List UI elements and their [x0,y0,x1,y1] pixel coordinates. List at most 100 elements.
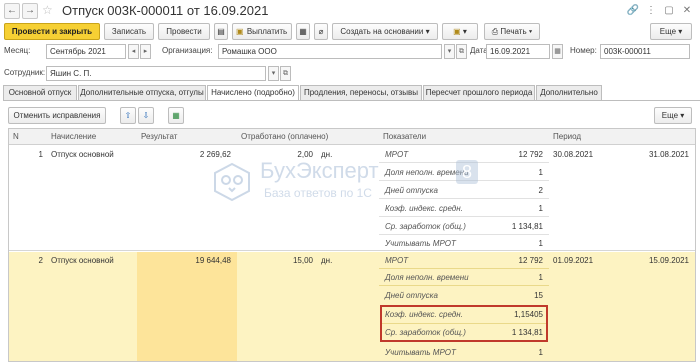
tab-recalculation[interactable]: Пересчет прошлого периода [423,85,535,100]
number-label: Номер: [570,46,597,55]
more-dots-icon[interactable]: ⋮ [644,4,658,18]
indicator-divider [379,198,549,199]
indicator-name: Доля неполн. времени [385,168,469,177]
indicator-value: 1 [538,168,543,177]
forward-arrow-icon[interactable]: → [22,3,38,19]
link-icon[interactable]: 🔗 [626,4,640,18]
col-header-accrual: Начисление [47,129,137,145]
indicator-value: 1 [538,348,543,357]
indicator-name: МРОТ [385,256,409,265]
col-header-indicators: Показатели [379,129,549,145]
indicator-value: 12 792 [518,150,543,159]
post-and-close-button[interactable]: Провести и закрыть [4,23,100,40]
month-dec-icon[interactable]: ◂ [128,44,139,59]
result-cell-highlight [137,252,237,361]
pay-button[interactable]: ▣ Выплатить [232,23,292,40]
indicator-name: Учитывать МРОТ [385,348,456,357]
indicator-divider [379,234,549,235]
printer-icon: ⎙ [491,27,499,36]
back-arrow-icon[interactable]: ← [4,3,20,19]
move-up-icon[interactable]: ⇧ [120,107,136,124]
attachment-icon[interactable]: ⌀ [314,23,328,40]
indicator-value: 1 [538,204,543,213]
calendar-icon[interactable]: ▦ [552,44,563,59]
date-field[interactable]: 16.09.2021 [486,44,550,59]
tab-accrued-detailed[interactable]: Начислено (подробно) [207,85,299,101]
worked-unit: дн. [321,150,333,159]
more-button[interactable]: Еще ▾ [650,23,692,40]
indicator-value: 1,15405 [514,310,543,319]
move-down-icon[interactable]: ⇩ [138,107,154,124]
indicator-value: 1 134,81 [511,222,543,231]
organization-label: Организация: [162,46,213,55]
create-based-label: Создать на основании [340,27,424,36]
indicator-name: Ср. заработок (общ.) [385,222,466,231]
indicator-name: МРОТ [385,150,409,159]
row-number: 1 [38,150,43,159]
tab-main-leave[interactable]: Основной отпуск [3,85,77,100]
save-button[interactable]: Записать [104,23,154,40]
indicator-value: 1 [538,239,543,248]
indicator-name: Учитывать МРОТ [385,239,456,248]
print-button[interactable]: ⎙ Печать ▾ [484,23,540,40]
maximize-icon[interactable]: ▢ [662,4,676,18]
period-start: 01.09.2021 [553,256,594,265]
indicator-value: 1 134,81 [511,328,543,337]
close-icon[interactable]: ✕ [680,4,694,18]
post-button[interactable]: Провести [158,23,210,40]
title-bar: ← → ☆ Отпуск 003К-000011 от 16.09.2021 🔗… [0,0,700,22]
accrual-name: Отпуск основной [51,256,114,265]
tab-divider [3,100,700,101]
result-value: 19 644,48 [195,256,231,265]
create-based-button[interactable]: Создать на основании ▾ [332,23,438,40]
employee-dropdown-icon[interactable]: ▾ [268,66,279,81]
indicator-divider [379,162,549,163]
col-header-n: N [9,129,47,145]
table-more-label: Еще [661,111,679,120]
month-inc-icon[interactable]: ▸ [140,44,151,59]
indicator-name: Дней отпуска [385,291,438,300]
post-journal-icon[interactable]: ▤ [214,23,228,40]
accruals-table: N Начисление Результат Отработано (оплач… [8,128,696,362]
table-more-button[interactable]: Еще ▾ [654,107,692,124]
period-start: 30.08.2021 [553,150,594,159]
star-icon[interactable]: ☆ [42,3,53,17]
worked-value: 2,00 [297,150,313,159]
table-settings-icon[interactable]: ▦ [168,107,184,124]
tab-additional[interactable]: Дополнительно [536,85,602,100]
table-row-selected[interactable]: 2 Отпуск основной 19 644,48 15,00 дн. МР… [9,252,695,361]
indicator-value: 2 [538,186,543,195]
row-number: 2 [38,256,43,265]
period-end: 15.09.2021 [648,256,689,265]
indicator-divider [379,216,549,217]
indicator-name: Коэф. индекс. средн. [385,310,463,319]
col-header-period: Период [549,129,695,145]
col-header-result: Результат [137,129,237,145]
table-row[interactable]: 1 Отпуск основной 2 269,62 2,00 дн. МРОТ… [9,145,695,251]
employee-field[interactable]: Яшин С. П. [46,66,266,81]
organization-open-icon[interactable]: ⧉ [456,44,467,59]
accrual-name: Отпуск основной [51,150,114,159]
number-field[interactable]: 003К-000011 [600,44,690,59]
more-label: Еще [659,27,677,36]
indicator-value: 15 [534,291,543,300]
document-menu-button[interactable]: ▣ ▾ [442,23,478,40]
window-title: Отпуск 003К-000011 от 16.09.2021 [62,3,269,18]
indicator-divider [379,268,549,269]
indicator-name: Коэф. индекс. средн. [385,204,463,213]
tab-additional-leave[interactable]: Дополнительные отпуска, отгулы [78,85,206,100]
organization-dropdown-icon[interactable]: ▾ [444,44,455,59]
indicator-divider [379,180,549,181]
month-label: Месяц: [4,46,31,55]
tab-extensions[interactable]: Продления, переносы, отзывы [300,85,422,100]
indicator-divider [382,323,546,324]
worked-value: 15,00 [292,256,313,265]
indicator-name: Доля неполн. времени [385,273,469,282]
cancel-fixes-button[interactable]: Отменить исправления [8,107,106,124]
organization-field[interactable]: Ромашка ООО [218,44,442,59]
employee-open-icon[interactable]: ⧉ [280,66,291,81]
month-field[interactable]: Сентябрь 2021 [46,44,126,59]
report-icon[interactable]: ▦ [296,23,310,40]
indicator-divider [379,285,549,286]
indicator-name: Дней отпуска [385,186,438,195]
